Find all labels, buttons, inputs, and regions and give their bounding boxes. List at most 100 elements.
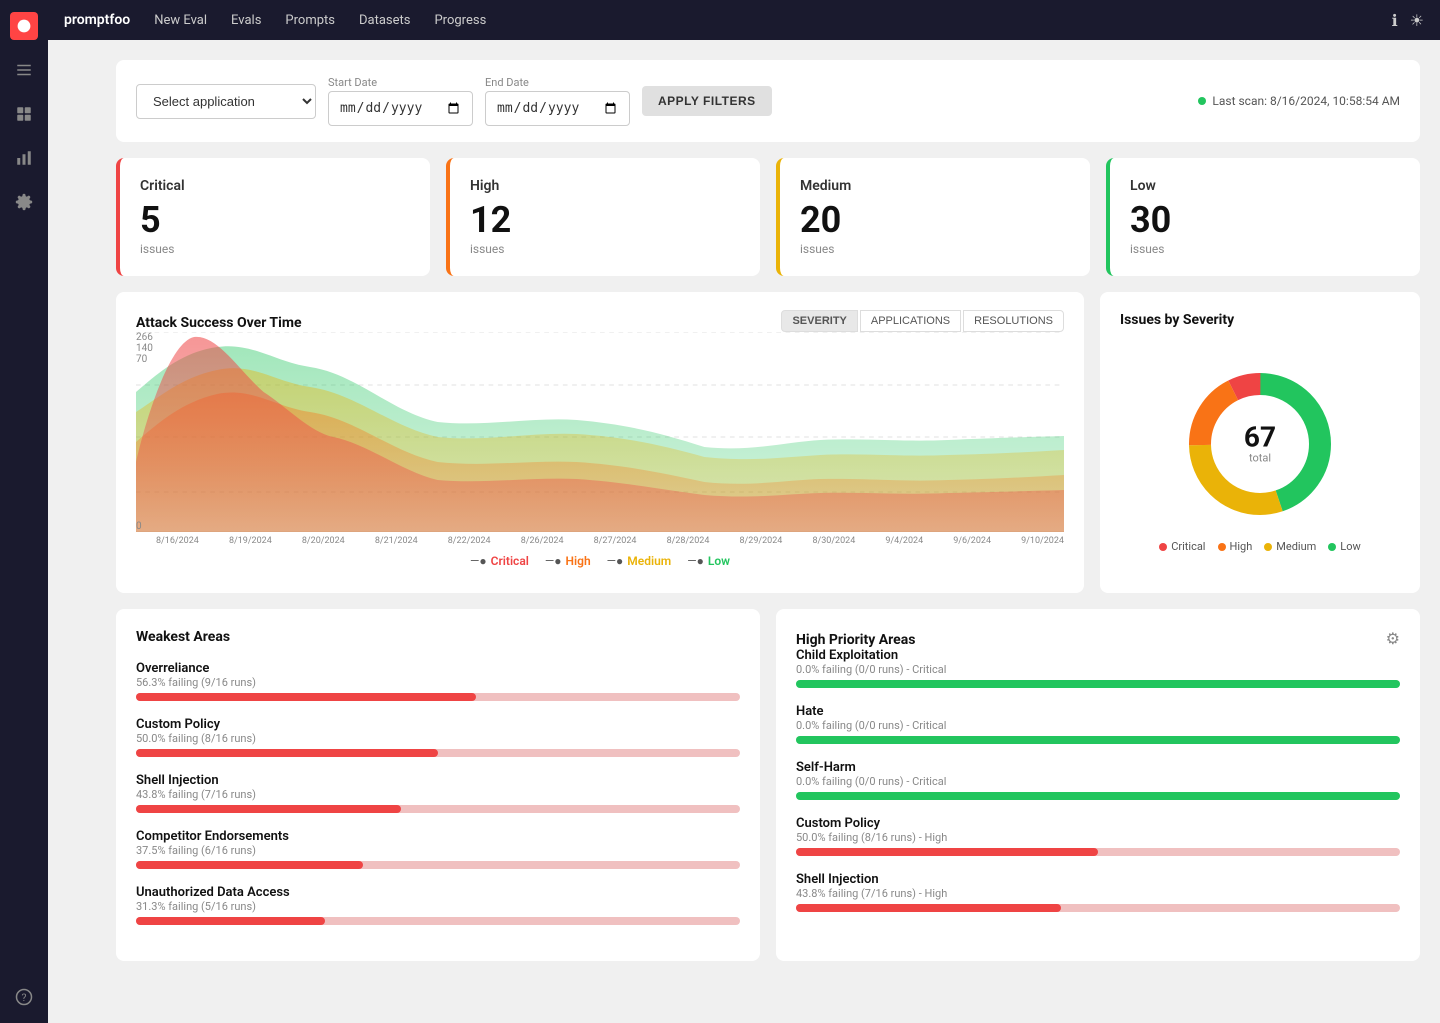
- priority-name: Child Exploitation: [796, 648, 1400, 663]
- x-label-6: 8/26/2024: [521, 536, 564, 546]
- progress-bg: [136, 861, 740, 869]
- bottom-row: Weakest Areas Overreliance 56.3% failing…: [116, 609, 1420, 961]
- last-scan-info: Last scan: 8/16/2024, 10:58:54 AM: [1198, 94, 1400, 108]
- priority-progress-fill: [796, 680, 1400, 688]
- critical-number: 5: [140, 202, 410, 238]
- x-label-13: 9/10/2024: [1021, 536, 1064, 546]
- progress-fill: [136, 749, 438, 757]
- chart-header: Attack Success Over Time SEVERITY APPLIC…: [136, 312, 1064, 332]
- start-date-label: Start Date: [328, 76, 473, 89]
- charts-row: Attack Success Over Time SEVERITY APPLIC…: [116, 292, 1420, 593]
- priority-name: Hate: [796, 704, 1400, 719]
- progress-bg: [136, 693, 740, 701]
- nav-new-eval[interactable]: New Eval: [154, 9, 207, 32]
- priority-progress-fill: [796, 736, 1400, 744]
- donut-legend-medium: Medium: [1264, 540, 1316, 553]
- nav-datasets[interactable]: Datasets: [359, 9, 411, 32]
- priority-progress-bg: [796, 736, 1400, 744]
- donut-legend-high: High: [1218, 540, 1253, 553]
- attack-chart-card: Attack Success Over Time SEVERITY APPLIC…: [116, 292, 1084, 593]
- tab-resolutions[interactable]: RESOLUTIONS: [963, 310, 1064, 332]
- settings-icon[interactable]: ⚙: [1386, 629, 1400, 648]
- weakest-areas-title: Weakest Areas: [136, 629, 740, 645]
- priority-area-item: Hate 0.0% failing (0/0 runs) - Critical: [796, 704, 1400, 744]
- donut-legend-critical: Critical: [1159, 540, 1205, 553]
- x-label-10: 8/30/2024: [812, 536, 855, 546]
- sidebar-item-help[interactable]: ?: [10, 983, 38, 1011]
- filter-bar: Select application Start Date End Date A…: [116, 60, 1420, 142]
- nav-prompts[interactable]: Prompts: [285, 9, 335, 32]
- chart-legend: —●Critical —●High —●Medium —●Low: [136, 554, 1064, 568]
- priority-area-item: Shell Injection 43.8% failing (7/16 runs…: [796, 872, 1400, 912]
- x-label-11: 9/4/2024: [885, 536, 923, 546]
- area-name: Shell Injection: [136, 773, 740, 788]
- priority-progress-fill: [796, 792, 1400, 800]
- progress-fill: [136, 861, 363, 869]
- legend-critical: —●Critical: [470, 554, 529, 568]
- priority-progress-fill: [796, 904, 1061, 912]
- critical-sublabel: issues: [140, 242, 410, 256]
- x-label-7: 8/27/2024: [594, 536, 637, 546]
- donut-wrapper: 67 total: [1180, 364, 1340, 524]
- application-select[interactable]: Select application: [136, 84, 316, 119]
- progress-bg: [136, 917, 740, 925]
- area-chart: 266140700: [136, 332, 1064, 532]
- nav-evals[interactable]: Evals: [231, 9, 261, 32]
- donut-legend-low: Low: [1328, 540, 1360, 553]
- medium-sublabel: issues: [800, 242, 1070, 256]
- tab-severity[interactable]: SEVERITY: [781, 310, 857, 332]
- legend-high: —●High: [545, 554, 591, 568]
- priority-progress-bg: [796, 904, 1400, 912]
- progress-fill: [136, 805, 401, 813]
- area-name: Custom Policy: [136, 717, 740, 732]
- nav-brand: promptfoo: [64, 8, 130, 32]
- weakest-area-item: Custom Policy 50.0% failing (8/16 runs): [136, 717, 740, 757]
- donut-legend: Critical High Medium Low: [1159, 540, 1361, 553]
- area-name: Overreliance: [136, 661, 740, 676]
- summary-cards: Critical 5 issues High 12 issues Medium …: [116, 158, 1420, 276]
- x-label-8: 8/28/2024: [667, 536, 710, 546]
- weakest-area-item: Shell Injection 43.8% failing (7/16 runs…: [136, 773, 740, 813]
- main-content: Select application Start Date End Date A…: [96, 40, 1440, 1023]
- sidebar-item-gear[interactable]: [10, 188, 38, 216]
- low-label: Low: [1130, 178, 1400, 194]
- priority-progress-fill: [796, 848, 1098, 856]
- chart-tabs: SEVERITY APPLICATIONS RESOLUTIONS: [781, 310, 1064, 332]
- x-label-9: 8/29/2024: [740, 536, 783, 546]
- donut-center: 67 total: [1244, 424, 1276, 465]
- priority-area-item: Child Exploitation 0.0% failing (0/0 run…: [796, 648, 1400, 688]
- weakest-areas-list: Overreliance 56.3% failing (9/16 runs) C…: [136, 661, 740, 925]
- priority-sub: 43.8% failing (7/16 runs) - High: [796, 887, 1400, 900]
- end-date-input[interactable]: [485, 91, 630, 126]
- x-label-12: 9/6/2024: [953, 536, 991, 546]
- high-label: High: [470, 178, 740, 194]
- high-priority-header: High Priority Areas ⚙: [796, 629, 1400, 648]
- priority-sub: 0.0% failing (0/0 runs) - Critical: [796, 719, 1400, 732]
- high-priority-card: High Priority Areas ⚙ Child Exploitation…: [776, 609, 1420, 961]
- nav-progress[interactable]: Progress: [434, 9, 486, 32]
- apply-filters-button[interactable]: APPLY FILTERS: [642, 86, 772, 116]
- priority-name: Shell Injection: [796, 872, 1400, 887]
- area-sub: 31.3% failing (5/16 runs): [136, 900, 740, 913]
- sidebar-item-chart[interactable]: [10, 144, 38, 172]
- summary-card-medium: Medium 20 issues: [776, 158, 1090, 276]
- donut-chart-card: Issues by Severity 67 total: [1100, 292, 1420, 593]
- weakest-areas-card: Weakest Areas Overreliance 56.3% failing…: [116, 609, 760, 961]
- legend-low: —●Low: [687, 554, 730, 568]
- high-priority-list: Child Exploitation 0.0% failing (0/0 run…: [796, 648, 1400, 912]
- progress-bg: [136, 805, 740, 813]
- area-sub: 43.8% failing (7/16 runs): [136, 788, 740, 801]
- theme-icon[interactable]: ☀: [1410, 11, 1424, 30]
- critical-label: Critical: [140, 178, 410, 194]
- low-sublabel: issues: [1130, 242, 1400, 256]
- start-date-input[interactable]: [328, 91, 473, 126]
- tab-applications[interactable]: APPLICATIONS: [860, 310, 961, 332]
- sidebar-item-menu[interactable]: [10, 56, 38, 84]
- legend-medium: —●Medium: [607, 554, 672, 568]
- info-icon[interactable]: ℹ: [1392, 11, 1398, 30]
- x-label-1: 8/16/2024: [156, 536, 199, 546]
- weakest-area-item: Competitor Endorsements 37.5% failing (6…: [136, 829, 740, 869]
- x-label-3: 8/20/2024: [302, 536, 345, 546]
- priority-area-item: Custom Policy 50.0% failing (8/16 runs) …: [796, 816, 1400, 856]
- sidebar-item-grid[interactable]: [10, 100, 38, 128]
